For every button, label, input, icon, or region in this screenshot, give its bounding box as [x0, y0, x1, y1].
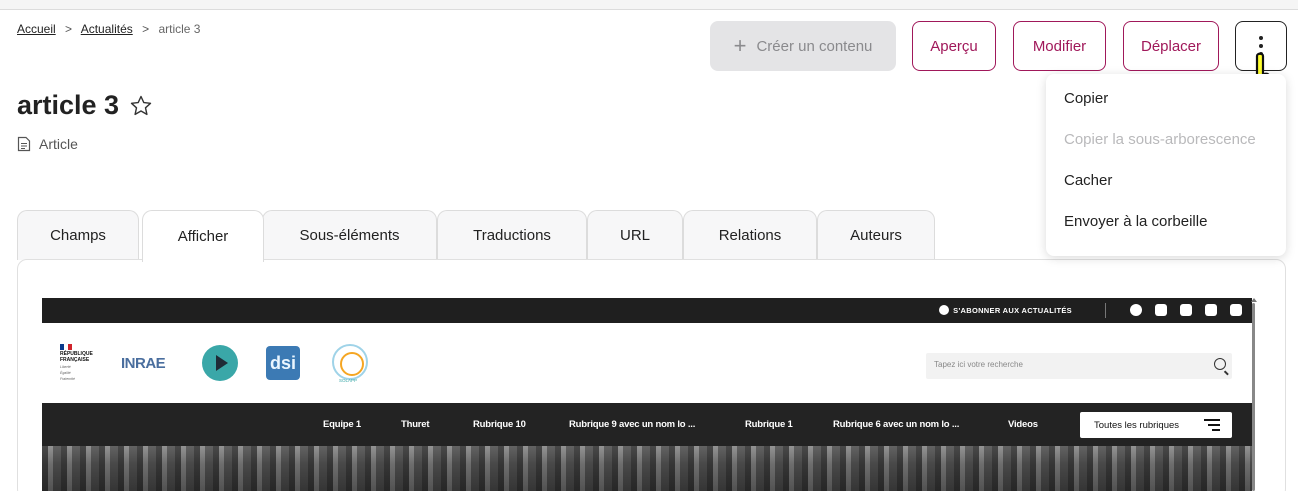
menu-item-trash[interactable]: Envoyer à la corbeille: [1046, 201, 1286, 242]
tab-label: Afficher: [177, 228, 229, 245]
tab-url[interactable]: URL: [587, 210, 683, 260]
nav-item[interactable]: Rubrique 9 avec un nom lo ...: [569, 419, 695, 430]
edit-button[interactable]: Modifier: [1013, 21, 1106, 71]
rf-motto-1: Liberté: [60, 365, 71, 369]
preview-social-icons: [1130, 304, 1242, 316]
tab-label: URL: [619, 227, 650, 244]
preview-label: Aperçu: [930, 37, 978, 55]
tab-display[interactable]: Afficher: [142, 210, 264, 262]
breadcrumb-current: article 3: [158, 22, 201, 36]
content-type: Article: [17, 136, 78, 152]
tab-fields[interactable]: Champs: [17, 210, 139, 260]
content-type-label: Article: [39, 136, 78, 152]
preview-scrollbar[interactable]: [1252, 303, 1255, 491]
preview-button[interactable]: Aperçu: [912, 21, 996, 71]
facebook-icon[interactable]: [1130, 304, 1142, 316]
dsi-logo[interactable]: dsi: [266, 346, 300, 380]
nav-item[interactable]: Thuret: [401, 419, 430, 430]
favorite-star-icon[interactable]: [129, 94, 153, 118]
solapp-logo[interactable]: [332, 344, 368, 380]
create-content-label: Créer un contenu: [756, 37, 873, 55]
more-actions-menu: Copier Copier la sous-arborescence Cache…: [1046, 74, 1286, 256]
create-content-button[interactable]: + Créer un contenu: [710, 21, 896, 71]
document-icon: [17, 136, 31, 152]
tab-authors[interactable]: Auteurs: [817, 210, 935, 260]
search-icon[interactable]: [1214, 358, 1226, 370]
tab-label: Champs: [50, 227, 106, 244]
menu-item-copy[interactable]: Copier: [1046, 78, 1286, 119]
bell-icon: [939, 305, 950, 315]
breadcrumb: Accueil > Actualités > article 3: [17, 22, 200, 36]
rf-motto-2: Égalité: [60, 371, 71, 375]
breadcrumb-link-news[interactable]: Actualités: [81, 22, 133, 36]
page-title: article 3: [17, 90, 153, 121]
all-sections-button[interactable]: Toutes les rubriques: [1080, 412, 1232, 438]
breadcrumb-link-home[interactable]: Accueil: [17, 22, 56, 36]
divider: [1105, 303, 1106, 318]
republique-francaise-logo[interactable]: RÉPUBLIQUE FRANÇAISE Liberté Égalité Fra…: [60, 344, 93, 381]
search-placeholder: Tapez ici votre recherche: [934, 360, 1023, 369]
move-label: Déplacer: [1140, 37, 1202, 55]
preview-top-bar: S'ABONNER AUX ACTUALITÉS: [42, 298, 1252, 323]
top-border: [0, 0, 1298, 10]
preview-nav-bar: Equipe 1 Thuret Rubrique 10 Rubrique 9 a…: [42, 403, 1252, 446]
menu-item-hide[interactable]: Cacher: [1046, 160, 1286, 201]
nav-item[interactable]: Rubrique 10: [473, 419, 526, 430]
page-title-text: article 3: [17, 90, 120, 120]
tab-translations[interactable]: Traductions: [437, 210, 587, 260]
nav-item[interactable]: Rubrique 6 avec un nom lo ...: [833, 419, 959, 430]
move-button[interactable]: Déplacer: [1123, 21, 1219, 71]
solapp-label: SOLAPP: [339, 378, 358, 383]
preview-subscribe-link[interactable]: S'ABONNER AUX ACTUALITÉS: [939, 305, 1072, 315]
tab-label: Relations: [718, 227, 782, 244]
nav-item[interactable]: Rubrique 1: [745, 419, 793, 430]
x-icon[interactable]: [1155, 304, 1167, 316]
plus-icon: +: [733, 33, 747, 58]
tab-label: Traductions: [473, 227, 551, 244]
rf-motto-3: Fraternité: [60, 377, 75, 381]
tab-label: Auteurs: [850, 227, 902, 244]
breadcrumb-separator: >: [65, 22, 73, 36]
tab-sub-elements[interactable]: Sous-éléments: [262, 210, 437, 260]
youtube-icon[interactable]: [1205, 304, 1217, 316]
banner-image: [42, 446, 1252, 491]
all-sections-label: Toutes les rubriques: [1094, 419, 1180, 431]
breadcrumb-separator: >: [142, 22, 150, 36]
edit-label: Modifier: [1032, 37, 1087, 55]
menu-icon: [1204, 419, 1220, 434]
flag-icon: [60, 344, 72, 350]
tab-relations[interactable]: Relations: [683, 210, 817, 260]
instagram-icon[interactable]: [1180, 304, 1192, 316]
preview-search-input[interactable]: Tapez ici votre recherche: [926, 353, 1232, 379]
site-preview: S'ABONNER AUX ACTUALITÉS RÉPUBLIQUE FRAN…: [42, 298, 1252, 491]
inrae-logo[interactable]: INRAE: [121, 355, 166, 372]
menu-item-copy-subtree: Copier la sous-arborescence: [1064, 131, 1256, 148]
play-logo-icon[interactable]: [202, 345, 238, 381]
preview-subscribe-label: S'ABONNER AUX ACTUALITÉS: [953, 305, 1072, 315]
tab-label: Sous-éléments: [299, 227, 400, 244]
rf-text-2: FRANÇAISE: [60, 356, 90, 363]
linkedin-icon[interactable]: [1230, 304, 1242, 316]
scroll-up-arrow-icon[interactable]: [1251, 298, 1257, 302]
preview-header: RÉPUBLIQUE FRANÇAISE Liberté Égalité Fra…: [42, 323, 1252, 403]
nav-item[interactable]: Equipe 1: [323, 419, 361, 430]
nav-item[interactable]: Videos: [1008, 419, 1038, 430]
